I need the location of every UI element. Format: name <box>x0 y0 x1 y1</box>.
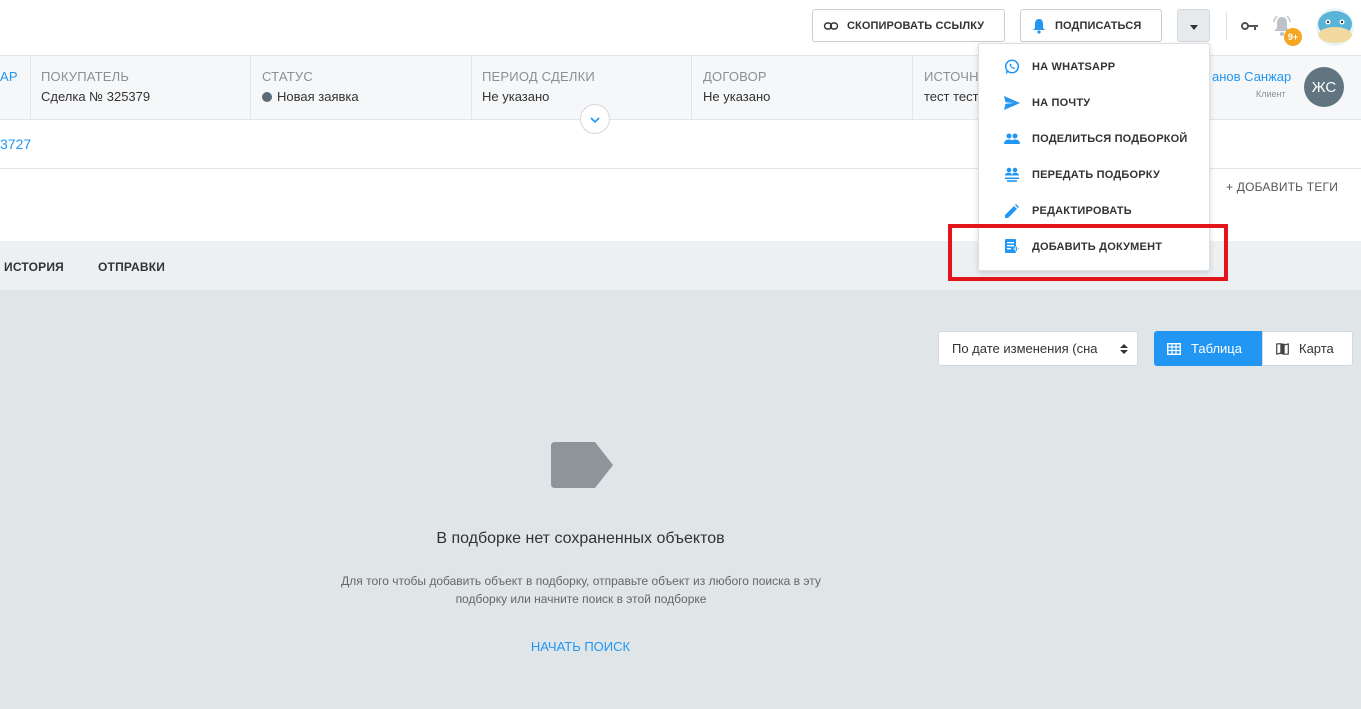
menu-item-label: ПОДЕЛИТЬСЯ ПОДБОРКОЙ <box>1032 133 1188 145</box>
info-col-status[interactable]: СТАТУС Новая заявка <box>262 56 359 120</box>
menu-item-share-collection[interactable]: ПОДЕЛИТЬСЯ ПОДБОРКОЙ <box>979 121 1209 157</box>
empty-state-title: В подборке нет сохраненных объектов <box>436 530 725 547</box>
menu-item-label: ПЕРЕДАТЬ ПОДБОРКУ <box>1032 169 1161 181</box>
copy-link-button[interactable]: СКОПИРОВАТЬ ССЫЛКУ <box>812 9 1005 42</box>
info-col-source[interactable]: ИСТОЧН тест тест <box>924 56 979 120</box>
owner-role: Клиент <box>1256 89 1286 99</box>
col-divider <box>912 56 913 120</box>
menu-item-label: НА ПОЧТУ <box>1032 97 1091 109</box>
more-options-button[interactable] <box>1177 9 1210 42</box>
start-search-link[interactable]: НАЧАТЬ ПОИСК <box>0 639 1161 654</box>
buyer-value[interactable]: Сделка № 325379 <box>41 89 150 104</box>
menu-item-whatsapp[interactable]: НА WHATSAPP <box>979 49 1209 85</box>
caret-down-icon <box>1189 17 1198 35</box>
view-table-label: Таблица <box>1191 341 1242 356</box>
info-col-fragment: ар <box>0 56 30 120</box>
sort-select[interactable]: По дате изменения (сна <box>938 331 1138 366</box>
subscribe-button[interactable]: ПОДПИСАТЬСЯ <box>1020 9 1162 42</box>
col-divider <box>471 56 472 120</box>
copy-link-label: СКОПИРОВАТЬ ССЫЛКУ <box>847 19 985 32</box>
notifications-badge: 9+ <box>1284 28 1302 46</box>
header-divider <box>1226 12 1227 40</box>
sort-select-value: По дате изменения (сна <box>952 341 1098 356</box>
deal-id-link[interactable]: 3727 <box>0 136 31 152</box>
buyer-label: ПОКУПАТЕЛЬ <box>41 69 130 84</box>
people-transfer-icon <box>1004 167 1020 183</box>
menu-item-email[interactable]: НА ПОЧТУ <box>979 85 1209 121</box>
info-fragment-label[interactable]: ар <box>0 69 30 84</box>
view-map-label: Карта <box>1299 341 1334 356</box>
owner-name[interactable]: анов Санжар <box>1212 69 1291 84</box>
info-col-period[interactable]: ПЕРИОД СДЕЛКИ Не указано <box>482 56 595 120</box>
subscribe-label: ПОДПИСАТЬСЯ <box>1055 19 1142 32</box>
contract-value: Не указано <box>703 89 771 104</box>
menu-item-transfer-collection[interactable]: ПЕРЕДАТЬ ПОДБОРКУ <box>979 157 1209 193</box>
col-divider <box>250 56 251 120</box>
whatsapp-icon <box>1004 59 1020 75</box>
expand-details-button[interactable] <box>580 104 610 134</box>
menu-item-label: РЕДАКТИРОВАТЬ <box>1032 205 1132 217</box>
send-icon <box>1004 95 1020 111</box>
add-document-icon <box>1004 239 1020 255</box>
tab-sends[interactable]: ОТПРАВКИ <box>98 260 165 274</box>
start-search-label[interactable]: НАЧАТЬ ПОИСК <box>531 639 630 654</box>
period-value: Не указано <box>482 89 550 104</box>
menu-item-add-document[interactable]: ДОБАВИТЬ ДОКУМЕНТ <box>979 229 1209 265</box>
info-col-buyer: ПОКУПАТЕЛЬ Сделка № 325379 <box>41 56 150 120</box>
col-divider <box>30 56 31 120</box>
add-tags-button[interactable]: + ДОБАВИТЬ ТЕГИ <box>1226 180 1338 194</box>
pencil-icon <box>1004 203 1020 219</box>
col-divider <box>691 56 692 120</box>
status-value-wrap: Новая заявка <box>262 89 359 104</box>
contract-label: ДОГОВОР <box>703 69 767 84</box>
people-icon <box>1004 131 1020 147</box>
source-value: тест тест <box>924 89 979 104</box>
menu-item-label: НА WHATSAPP <box>1032 61 1116 73</box>
table-icon <box>1167 342 1181 355</box>
map-icon <box>1276 342 1289 355</box>
status-value: Новая заявка <box>277 89 359 104</box>
source-label: ИСТОЧН <box>924 69 979 84</box>
owner-avatar[interactable]: ЖС <box>1304 67 1344 107</box>
menu-item-edit[interactable]: РЕДАКТИРОВАТЬ <box>979 193 1209 229</box>
info-col-contract[interactable]: ДОГОВОР Не указано <box>703 56 770 120</box>
share-dropdown-menu: НА WHATSAPP НА ПОЧТУ ПОДЕЛИТЬСЯ ПОДБОРКО… <box>978 43 1210 271</box>
menu-item-label: ДОБАВИТЬ ДОКУМЕНТ <box>1032 241 1163 253</box>
period-label: ПЕРИОД СДЕЛКИ <box>482 69 595 84</box>
view-map-button[interactable]: Карта <box>1262 331 1353 366</box>
chevron-down-icon <box>590 110 600 128</box>
tag-icon <box>551 442 613 493</box>
link-icon <box>823 18 839 34</box>
view-table-button[interactable]: Таблица <box>1154 331 1262 366</box>
key-icon[interactable] <box>1241 18 1259 36</box>
status-label: СТАТУС <box>262 69 313 84</box>
tab-history[interactable]: ИСТОРИЯ <box>4 260 64 274</box>
select-arrows-icon <box>1120 343 1128 358</box>
status-dot <box>262 92 272 102</box>
bell-icon <box>1031 18 1047 34</box>
user-avatar[interactable] <box>1316 8 1354 46</box>
empty-state-description: Для того чтобы добавить объект в подборк… <box>341 574 821 606</box>
